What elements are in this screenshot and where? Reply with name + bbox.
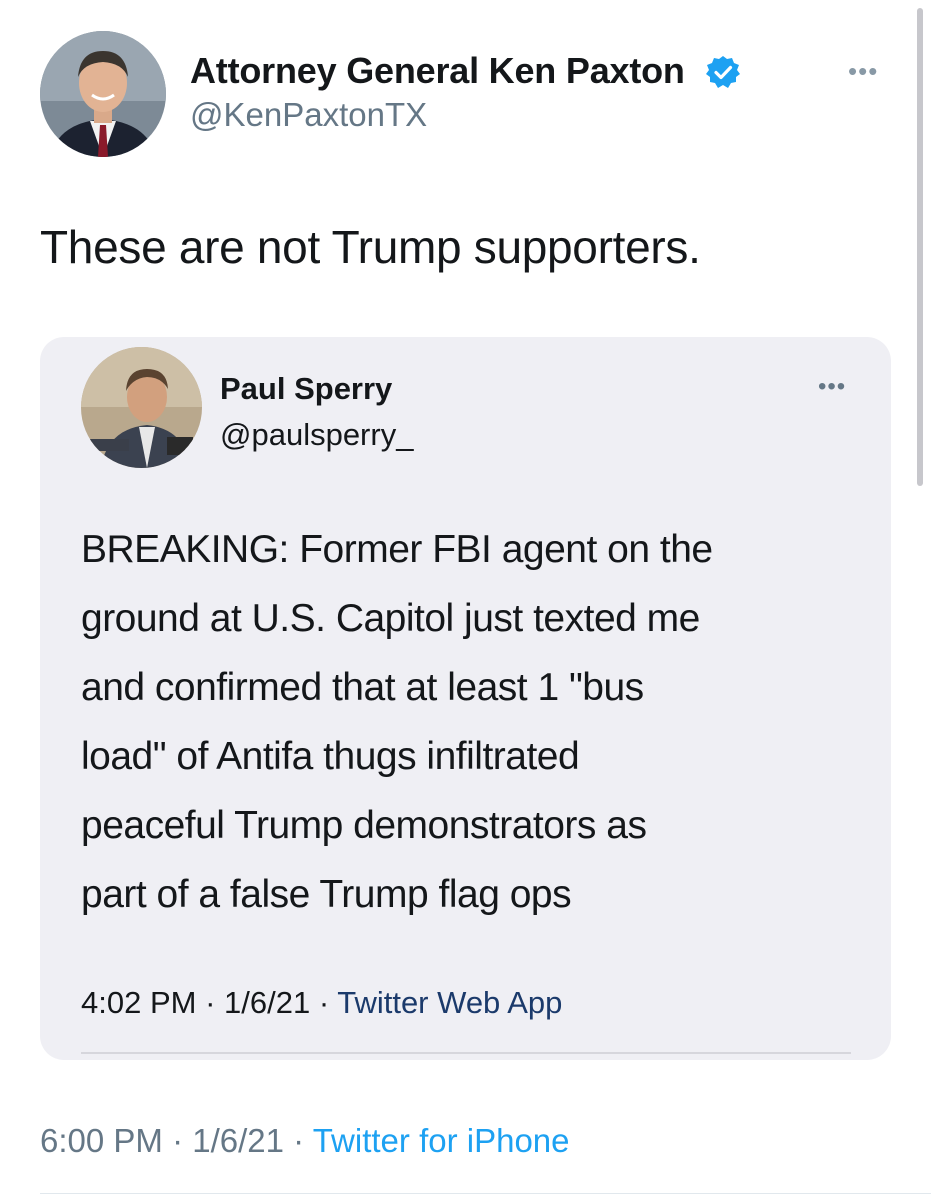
more-options-icon[interactable]: •••	[848, 58, 878, 84]
quoted-text-line: load" of Antifa thugs infiltrated	[81, 735, 580, 778]
meta-separator: ·	[283, 1122, 313, 1159]
quoted-tweet-source: Twitter Web App	[337, 985, 563, 1020]
tweet-meta: 6:00 PM · 1/6/21 · Twitter for iPhone	[40, 1122, 570, 1160]
bottom-divider	[40, 1193, 931, 1194]
quoted-text-line: BREAKING: Former FBI agent on the	[81, 528, 713, 571]
meta-separator: ·	[196, 985, 225, 1020]
quoted-author-display-name[interactable]: Paul Sperry	[220, 371, 392, 407]
tweet-source-link[interactable]: Twitter for iPhone	[313, 1122, 570, 1159]
quoted-more-options-icon[interactable]: •••	[818, 375, 846, 399]
quoted-text-line: ground at U.S. Capitol just texted me	[81, 597, 700, 640]
quoted-text-line: peaceful Trump demonstrators as	[81, 804, 647, 847]
quoted-author-avatar[interactable]	[81, 347, 202, 468]
quoted-tweet-meta: 4:02 PM · 1/6/21 · Twitter Web App	[81, 985, 562, 1021]
quoted-tweet-card[interactable]: Paul Sperry @paulsperry_ ••• BREAKING: F…	[40, 337, 891, 1060]
tweet-detail-page: Attorney General Ken Paxton @KenPaxtonTX…	[0, 0, 931, 1200]
quoted-divider	[81, 1052, 851, 1054]
scrollbar[interactable]	[917, 8, 923, 486]
tweet-text: These are not Trump supporters.	[40, 221, 701, 273]
meta-separator: ·	[162, 1122, 193, 1159]
quoted-tweet-time: 4:02 PM	[81, 985, 197, 1020]
meta-separator: ·	[310, 985, 338, 1020]
quoted-tweet-text: BREAKING: Former FBI agent on the ground…	[81, 515, 871, 929]
author-handle[interactable]: @KenPaxtonTX	[190, 96, 427, 134]
verified-badge-icon	[706, 56, 740, 88]
author-avatar[interactable]	[40, 31, 166, 157]
quoted-tweet-date: 1/6/21	[224, 985, 311, 1020]
tweet-time: 6:00 PM	[40, 1122, 163, 1159]
author-display-name[interactable]: Attorney General Ken Paxton	[190, 50, 685, 92]
quoted-text-line: part of a false Trump flag ops	[81, 873, 572, 916]
quoted-author-handle[interactable]: @paulsperry_	[220, 417, 413, 453]
tweet-date: 1/6/21	[192, 1122, 284, 1159]
quoted-text-line: and confirmed that at least 1 "bus	[81, 666, 644, 709]
